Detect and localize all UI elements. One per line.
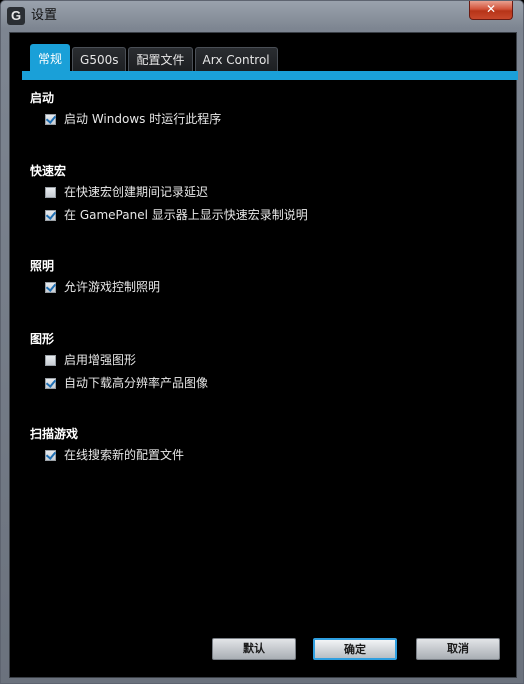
option-label: 在线搜索新的配置文件: [64, 448, 185, 462]
settings-panel: 常规 G500s 配置文件 Arx Control 启动 启动 Windows …: [9, 32, 518, 678]
section-startup: 启动 启动 Windows 时运行此程序: [30, 90, 221, 133]
tab-profiles[interactable]: 配置文件: [128, 47, 193, 72]
option-label: 允许游戏控制照明: [64, 280, 161, 294]
section-title: 扫描游戏: [30, 427, 79, 441]
checkbox[interactable]: [45, 449, 56, 461]
section-macros: 快速宏 在快速宏创建期间记录延迟 在 GamePanel 显示器上显示快速宏录制…: [30, 163, 308, 229]
option-enhanced-graphics[interactable]: 启用增强图形: [45, 351, 208, 369]
tab-general[interactable]: 常规: [30, 44, 71, 72]
option-game-lighting[interactable]: 允许游戏控制照明: [45, 278, 160, 296]
section-title: 图形: [30, 332, 55, 346]
section-graphics: 图形 启用增强图形 自动下载高分辨率产品图像: [30, 331, 208, 397]
section-title: 快速宏: [30, 164, 67, 178]
section-scan-games: 扫描游戏 在线搜索新的配置文件: [30, 426, 184, 469]
option-run-at-startup[interactable]: 启动 Windows 时运行此程序: [45, 110, 221, 128]
ok-button[interactable]: 确定: [313, 638, 397, 660]
option-search-profiles-online[interactable]: 在线搜索新的配置文件: [45, 446, 184, 464]
checkbox[interactable]: [45, 186, 56, 198]
checkbox[interactable]: [45, 209, 56, 221]
section-lighting: 照明 允许游戏控制照明: [30, 258, 160, 301]
option-label: 自动下载高分辨率产品图像: [64, 376, 209, 390]
option-label: 在快速宏创建期间记录延迟: [64, 185, 209, 199]
tab-underline: [22, 71, 518, 80]
option-label: 启动 Windows 时运行此程序: [64, 112, 222, 126]
section-title: 照明: [30, 259, 55, 273]
default-button[interactable]: 默认: [212, 638, 296, 660]
tab-bar: 常规 G500s 配置文件 Arx Control: [30, 44, 280, 72]
cancel-button[interactable]: 取消: [416, 638, 500, 660]
option-show-macro-instructions[interactable]: 在 GamePanel 显示器上显示快速宏录制说明: [45, 206, 308, 224]
option-record-delays[interactable]: 在快速宏创建期间记录延迟: [45, 183, 308, 201]
checkbox[interactable]: [45, 113, 56, 125]
checkbox[interactable]: [45, 281, 56, 293]
option-label: 在 GamePanel 显示器上显示快速宏录制说明: [64, 208, 308, 222]
window-title: 设置: [31, 8, 58, 23]
title-bar[interactable]: G 设置 ✕: [1, 1, 523, 31]
close-button[interactable]: ✕: [469, 1, 513, 20]
tab-g500s[interactable]: G500s: [72, 47, 127, 72]
checkbox[interactable]: [45, 377, 56, 389]
section-title: 启动: [30, 91, 55, 105]
tab-arx-control[interactable]: Arx Control: [194, 47, 278, 72]
logitech-logo-icon: G: [7, 7, 25, 25]
settings-window: G 设置 ✕ 常规 G500s 配置文件 Arx Control 启动 启动 W…: [0, 0, 524, 684]
option-label: 启用增强图形: [64, 353, 137, 367]
option-download-hires-images[interactable]: 自动下载高分辨率产品图像: [45, 374, 208, 392]
checkbox[interactable]: [45, 354, 56, 366]
